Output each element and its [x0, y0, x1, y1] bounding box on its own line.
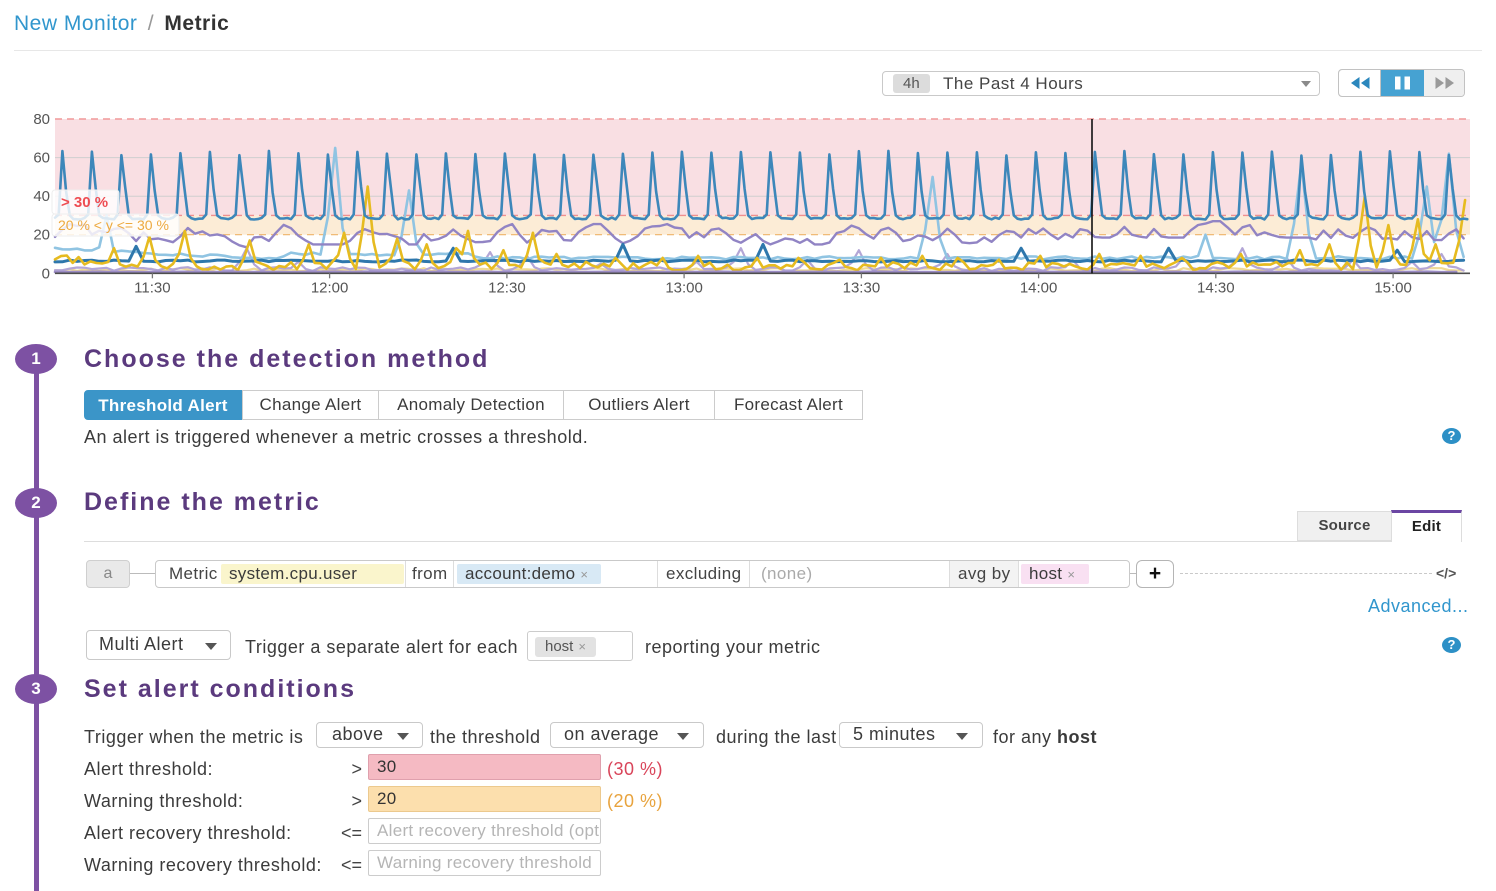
svg-text:13:30: 13:30: [843, 279, 881, 296]
svg-text:80: 80: [33, 111, 50, 128]
svg-text:20 % < y <= 30 %: 20 % < y <= 30 %: [58, 217, 169, 233]
svg-text:13:00: 13:00: [665, 279, 703, 296]
svg-text:40: 40: [33, 188, 50, 205]
svg-text:20: 20: [33, 227, 50, 244]
svg-text:14:30: 14:30: [1197, 279, 1235, 296]
svg-text:12:00: 12:00: [311, 279, 349, 296]
svg-text:60: 60: [33, 150, 50, 167]
svg-text:14:00: 14:00: [1020, 279, 1058, 296]
svg-text:0: 0: [42, 265, 50, 282]
svg-text:12:30: 12:30: [488, 279, 526, 296]
svg-text:> 30 %: > 30 %: [61, 194, 108, 211]
svg-text:11:30: 11:30: [134, 279, 170, 296]
svg-text:15:00: 15:00: [1374, 279, 1412, 296]
